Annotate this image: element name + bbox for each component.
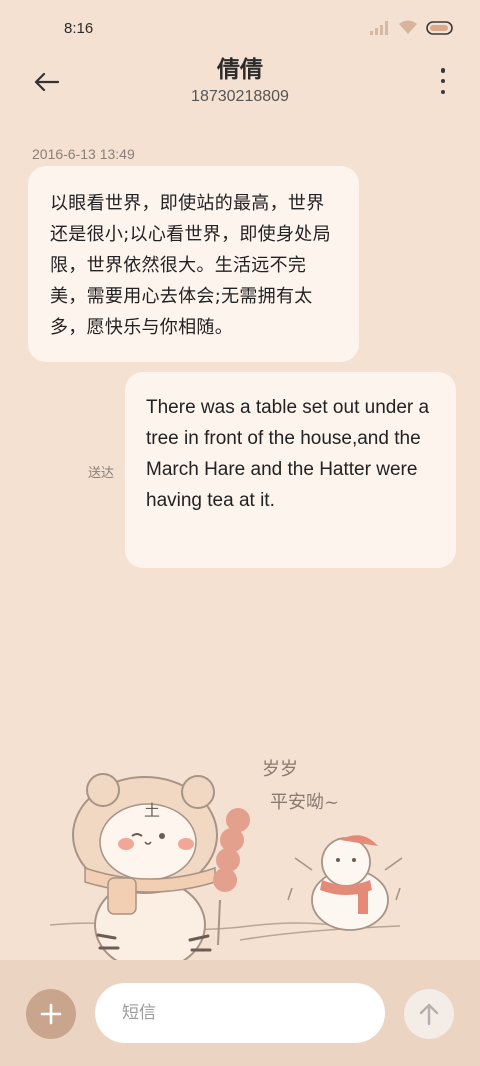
illustration-caption-1: 岁岁 <box>262 759 298 780</box>
contact-name: 倩倩 <box>217 57 263 83</box>
more-options-button[interactable] <box>436 68 450 94</box>
plus-icon <box>40 1003 62 1025</box>
incoming-message-bubble[interactable]: 以眼看世界，即使站的最高，世界还是很小;以心看世界，即使身处局限，世界依然很大。… <box>28 166 359 362</box>
outgoing-message-bubble[interactable]: There was a table set out under a tree i… <box>125 372 456 568</box>
send-button[interactable] <box>404 989 454 1039</box>
contact-phone: 18730218809 <box>191 88 289 105</box>
contact-info: 倩倩 18730218809 <box>0 56 480 106</box>
more-vertical-icon <box>440 68 446 73</box>
illustration-caption-2: 平安呦~ <box>270 792 339 813</box>
tiger-forehead-mark: 土 <box>144 801 160 820</box>
status-icons <box>370 20 454 35</box>
wifi-icon <box>399 20 417 34</box>
tiger-snowman-illustration: 土 岁岁 平安呦~ <box>49 759 403 965</box>
status-time: 8:16 <box>64 20 94 37</box>
message-composer <box>0 960 480 1066</box>
message-input-container[interactable] <box>95 983 385 1043</box>
add-attachment-button[interactable] <box>26 989 76 1039</box>
message-text: There was a table set out under a tree i… <box>146 397 430 511</box>
arrow-up-icon <box>419 1003 439 1026</box>
delivery-status: 送达 <box>88 466 115 481</box>
battery-icon <box>426 20 453 35</box>
signal-icon <box>370 20 388 35</box>
conversation-header: 倩倩 18730218809 <box>0 50 480 120</box>
message-text: 以眼看世界，即使站的最高，世界还是很小;以心看世界，即使身处局限，世界依然很大。… <box>50 193 331 338</box>
message-input[interactable] <box>122 1003 362 1023</box>
message-timestamp: 2016-6-13 13:49 <box>32 146 135 162</box>
